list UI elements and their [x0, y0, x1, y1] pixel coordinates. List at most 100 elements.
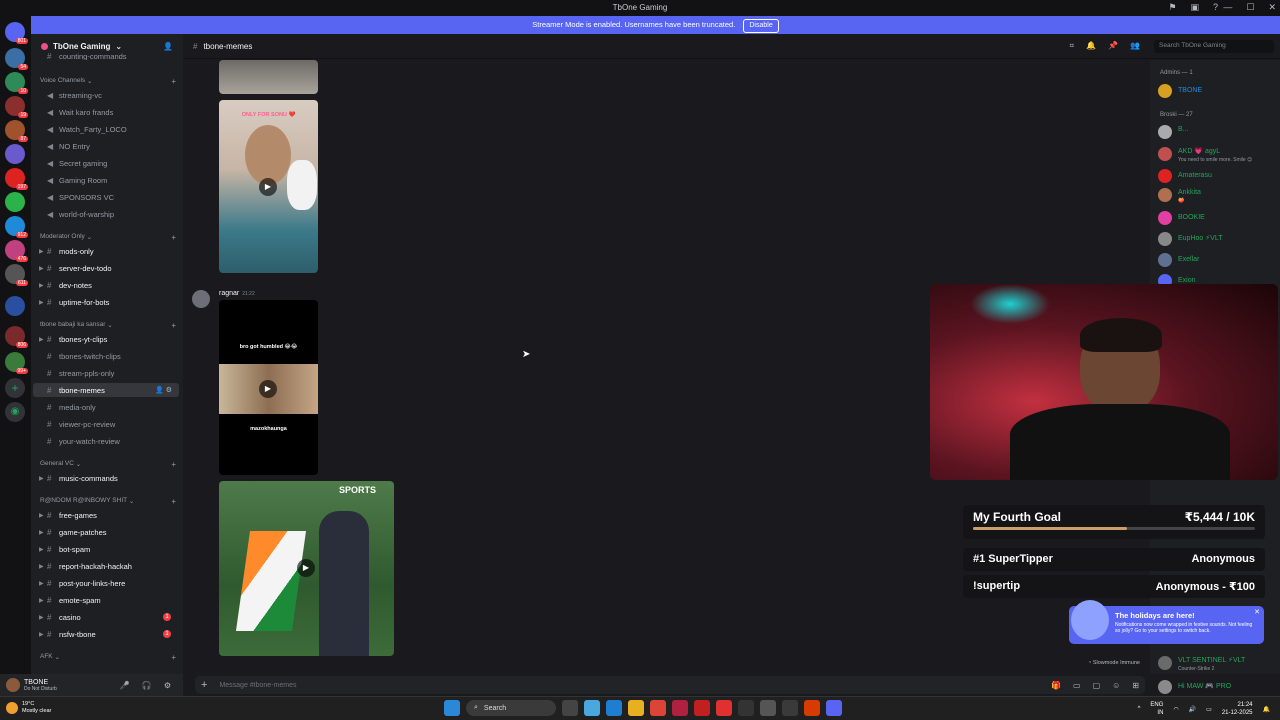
search-input[interactable]: Search TbOne Gaming — [1154, 39, 1274, 53]
member-item[interactable]: BOOKIE — [1158, 211, 1278, 229]
server-icon[interactable] — [5, 296, 25, 316]
voice-channel[interactable]: ◀ Wait karo frands — [33, 105, 179, 119]
text-channel[interactable]: ▶ # report-hackah-hackah — [33, 559, 179, 573]
plus-icon[interactable]: + — [171, 321, 176, 330]
server-icon[interactable]: 10 — [5, 72, 28, 94]
gift-icon[interactable]: 🎁 — [1051, 681, 1061, 690]
app-icon[interactable] — [694, 700, 710, 716]
member-item[interactable]: B... — [1158, 125, 1278, 143]
text-channel[interactable]: # your-watch-review — [33, 434, 179, 448]
video-attachment[interactable]: bro got humbled 😂😂 ▶ mazokhaunga — [219, 300, 318, 475]
member-item[interactable]: Amaterasu — [1158, 169, 1278, 187]
server-icon[interactable]: 87 — [5, 120, 28, 142]
server-icon[interactable]: 197 — [5, 168, 28, 190]
server-icon[interactable] — [5, 192, 25, 212]
flag-icon[interactable]: ⚑ — [1168, 2, 1176, 13]
server-icon[interactable]: 19 — [5, 96, 28, 118]
help-icon[interactable]: ? — [1213, 2, 1218, 13]
threads-icon[interactable]: ⌗ — [1070, 41, 1075, 51]
battery-icon[interactable]: ▭ — [1206, 706, 1212, 713]
voice-channel[interactable]: ◀ NO Entry — [33, 139, 179, 153]
volume-icon[interactable]: 🔊 — [1189, 706, 1196, 713]
bell-icon[interactable]: 🔔 — [1263, 706, 1270, 713]
message-input[interactable]: Message #tbone-memes — [219, 682, 296, 689]
avatar[interactable] — [192, 290, 210, 308]
voice-channel[interactable]: ◀ Gaming Room — [33, 173, 179, 187]
settings-icon[interactable] — [760, 700, 776, 716]
disable-streamer-mode-button[interactable]: Disable — [743, 19, 779, 33]
member-item[interactable]: AKD 💗 agyL You need to smile more. Smile … — [1158, 147, 1278, 165]
image-attachment[interactable] — [219, 60, 318, 94]
close-icon[interactable]: ✕ — [1254, 608, 1260, 616]
play-icon[interactable]: ▶ — [297, 559, 315, 577]
members-icon[interactable]: 👥 — [1130, 41, 1140, 51]
voice-channel[interactable]: ◀ Secret gaming — [33, 156, 179, 170]
app-icon[interactable] — [672, 700, 688, 716]
text-channel[interactable]: ▶ # dev-notes — [33, 278, 179, 292]
voice-channel[interactable]: ◀ Watch_Farty_LOCO — [33, 122, 179, 136]
headphones-icon[interactable]: 🎧 — [142, 681, 152, 690]
home-icon[interactable]: 801 — [5, 22, 28, 44]
text-channel[interactable]: ▶ # mods-only — [33, 244, 179, 258]
bell-icon[interactable]: 🔔 — [1086, 41, 1096, 51]
category-random[interactable]: R@NDOM R@INBOWY SHIT ⌄ + — [40, 497, 176, 506]
avatar[interactable] — [6, 678, 20, 692]
brave-icon[interactable] — [716, 700, 732, 716]
text-channel[interactable]: ▶ # free-games — [33, 508, 179, 522]
message-author[interactable]: ragnar 21:22 — [219, 290, 255, 297]
copilot-icon[interactable] — [584, 700, 600, 716]
plus-icon[interactable]: + — [201, 679, 207, 691]
chrome-icon[interactable] — [650, 700, 666, 716]
chevron-up-icon[interactable]: ^ — [1138, 706, 1141, 712]
text-channel[interactable]: ▶ # game-patches — [33, 525, 179, 539]
member-item[interactable]: Exellar — [1158, 253, 1278, 271]
text-channel[interactable]: ▶ # uptime-for-bots — [33, 295, 179, 309]
chrome-icon[interactable] — [804, 700, 820, 716]
channel-settings-icons[interactable]: 👤 ⚙ — [155, 386, 172, 394]
discover-icon[interactable]: ◉ — [5, 402, 25, 422]
text-channel[interactable]: ▶ # bot-spam — [33, 542, 179, 556]
text-channel[interactable]: ▶ # emote-spam — [33, 593, 179, 607]
text-channel[interactable]: ▶ # nsfw-tbone 1 — [33, 627, 179, 641]
pin-icon[interactable]: 📌 — [1108, 41, 1118, 51]
category-voice[interactable]: Voice Channels ⌄ + — [40, 77, 176, 86]
text-channel[interactable]: # stream-ppls-only — [33, 366, 179, 380]
task-view-icon[interactable] — [562, 700, 578, 716]
server-icon[interactable]: 99+ — [5, 352, 28, 374]
member-item[interactable]: VLT SENTINEL ⚡VLT Counter-Strike 2 — [1158, 656, 1278, 674]
server-icon[interactable]: 476 — [5, 240, 28, 262]
holiday-notification[interactable]: The holidays are here! Notifications now… — [1069, 600, 1264, 644]
play-icon[interactable]: ▶ — [259, 380, 277, 398]
server-icon[interactable]: 806 — [5, 326, 28, 348]
plus-icon[interactable]: + — [171, 497, 176, 506]
member-item[interactable]: TBONE — [1158, 84, 1278, 102]
minimize-icon[interactable]: — — [1223, 2, 1232, 13]
windows-start-icon[interactable] — [444, 700, 460, 716]
video-attachment[interactable]: SPORTS ▶ — [219, 481, 394, 656]
invite-people-icon[interactable]: 👤 — [163, 42, 173, 51]
apps-icon[interactable]: ⊞ — [1132, 681, 1139, 690]
category-afk[interactable]: AFK ⌄ + — [40, 653, 176, 662]
taskbar-search[interactable]: ⌕ Search — [466, 700, 556, 716]
plus-icon[interactable]: + — [171, 77, 176, 86]
text-channel[interactable]: # tbones-twitch-clips — [33, 349, 179, 363]
text-channel[interactable]: # media-only — [33, 400, 179, 414]
gif-icon[interactable]: ▭ — [1073, 681, 1081, 690]
edge-icon[interactable] — [606, 700, 622, 716]
plus-icon[interactable]: + — [171, 233, 176, 242]
text-channel[interactable]: ▶ # casino 1 — [33, 610, 179, 624]
member-item[interactable]: Ankkita 🍑 — [1158, 188, 1278, 206]
channel-item[interactable]: # counting-commands — [33, 52, 179, 60]
video-attachment[interactable]: ONLY FOR SONU ❤️ ▶ — [219, 100, 318, 273]
voice-channel[interactable]: ◀ streaming-vc — [33, 88, 179, 102]
mute-mic-icon[interactable]: 🎤 — [120, 681, 130, 690]
text-channel[interactable]: ▶ # server-dev-todo — [33, 261, 179, 275]
clock[interactable]: 21:24 21-12-2025 — [1222, 701, 1253, 717]
voice-channel[interactable]: ◀ world-of-warship — [33, 207, 179, 221]
wifi-icon[interactable]: ◠ — [1173, 706, 1178, 713]
discord-icon[interactable] — [826, 700, 842, 716]
add-server-icon[interactable]: + — [5, 378, 25, 398]
obs-icon[interactable] — [738, 700, 754, 716]
text-channel[interactable]: ▶ # tbones-yt-clips — [33, 332, 179, 346]
category-tbone-babaji[interactable]: tbone babaji ka sansar ⌄ + — [40, 321, 176, 330]
